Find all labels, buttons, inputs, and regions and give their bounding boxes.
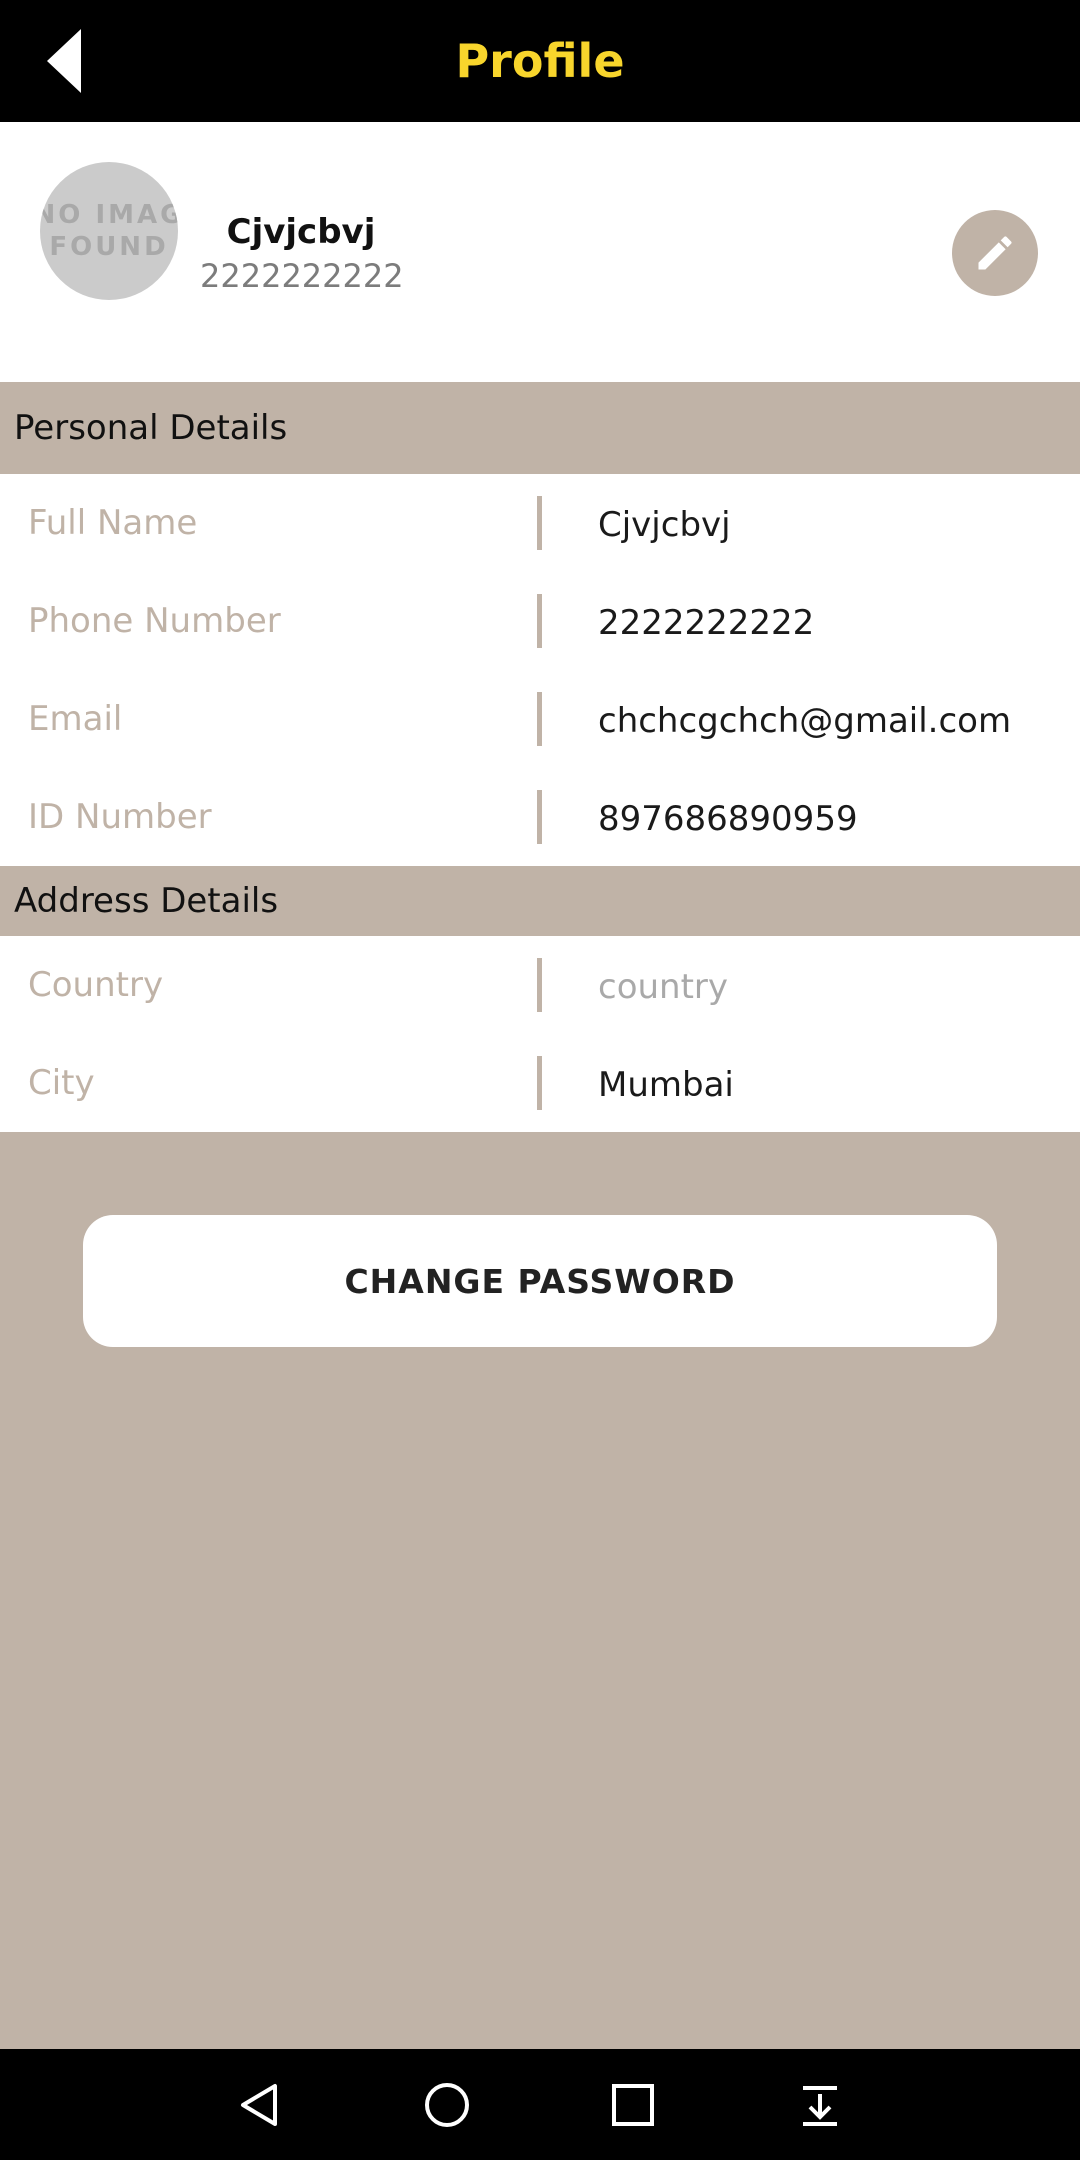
country-row: Country country bbox=[0, 936, 1080, 1034]
full-name-value[interactable]: Cjvjcbvj bbox=[598, 476, 731, 574]
row-divider bbox=[537, 790, 542, 844]
row-divider bbox=[537, 958, 542, 1012]
email-row: Email chchcgchch@gmail.com bbox=[0, 670, 1080, 768]
row-divider bbox=[537, 496, 542, 550]
pencil-icon bbox=[978, 236, 1012, 270]
profile-header: NO IMAG FOUND Cjvjcbvj 2222222222 bbox=[0, 122, 1080, 382]
system-nav-bar bbox=[0, 2049, 1080, 2160]
nav-home-icon bbox=[425, 2083, 469, 2127]
profile-phone: 2222222222 bbox=[200, 257, 404, 295]
address-details-header: Address Details bbox=[0, 866, 1080, 936]
email-value[interactable]: chchcgchch@gmail.com bbox=[598, 672, 1011, 770]
avatar-placeholder-text: NO IMAG FOUND bbox=[40, 200, 178, 262]
back-button[interactable] bbox=[30, 24, 100, 98]
row-divider bbox=[537, 594, 542, 648]
row-divider bbox=[537, 1056, 542, 1110]
avatar[interactable]: NO IMAG FOUND bbox=[40, 162, 178, 300]
personal-details-list: Full Name Cjvjcbvj Phone Number 22222222… bbox=[0, 474, 1080, 866]
page-title: Profile bbox=[455, 34, 625, 88]
full-name-label: Full Name bbox=[28, 503, 198, 543]
country-label: Country bbox=[28, 965, 164, 1005]
edit-profile-button[interactable] bbox=[952, 210, 1038, 296]
address-details-list: Country country City Mumbai bbox=[0, 936, 1080, 1132]
phone-number-label: Phone Number bbox=[28, 601, 281, 641]
personal-details-header: Personal Details bbox=[0, 382, 1080, 474]
nav-recents-icon bbox=[612, 2084, 654, 2126]
country-field[interactable]: country bbox=[598, 938, 728, 1036]
id-number-row: ID Number 897686890959 bbox=[0, 768, 1080, 866]
id-number-label: ID Number bbox=[28, 797, 212, 837]
nav-dropdown-icon bbox=[803, 2086, 837, 2126]
full-name-row: Full Name Cjvjcbvj bbox=[0, 474, 1080, 572]
city-label: City bbox=[28, 1063, 95, 1103]
nav-back-icon bbox=[241, 2084, 277, 2126]
phone-number-value[interactable]: 2222222222 bbox=[598, 574, 814, 672]
phone-number-row: Phone Number 2222222222 bbox=[0, 572, 1080, 670]
id-number-value[interactable]: 897686890959 bbox=[598, 770, 858, 868]
change-password-button[interactable]: CHANGE PASSWORD bbox=[83, 1215, 997, 1347]
city-value[interactable]: Mumbai bbox=[598, 1036, 734, 1134]
back-arrow-icon bbox=[47, 29, 81, 93]
app-bar: Profile bbox=[0, 0, 1080, 122]
nav-back-button[interactable] bbox=[220, 2067, 300, 2143]
profile-name: Cjvjcbvj bbox=[226, 212, 376, 252]
nav-home-button[interactable] bbox=[407, 2067, 487, 2143]
email-label: Email bbox=[28, 699, 123, 739]
row-divider bbox=[537, 692, 542, 746]
city-row: City Mumbai bbox=[0, 1034, 1080, 1132]
nav-recents-button[interactable] bbox=[593, 2067, 673, 2143]
nav-dropdown-button[interactable] bbox=[780, 2067, 860, 2143]
